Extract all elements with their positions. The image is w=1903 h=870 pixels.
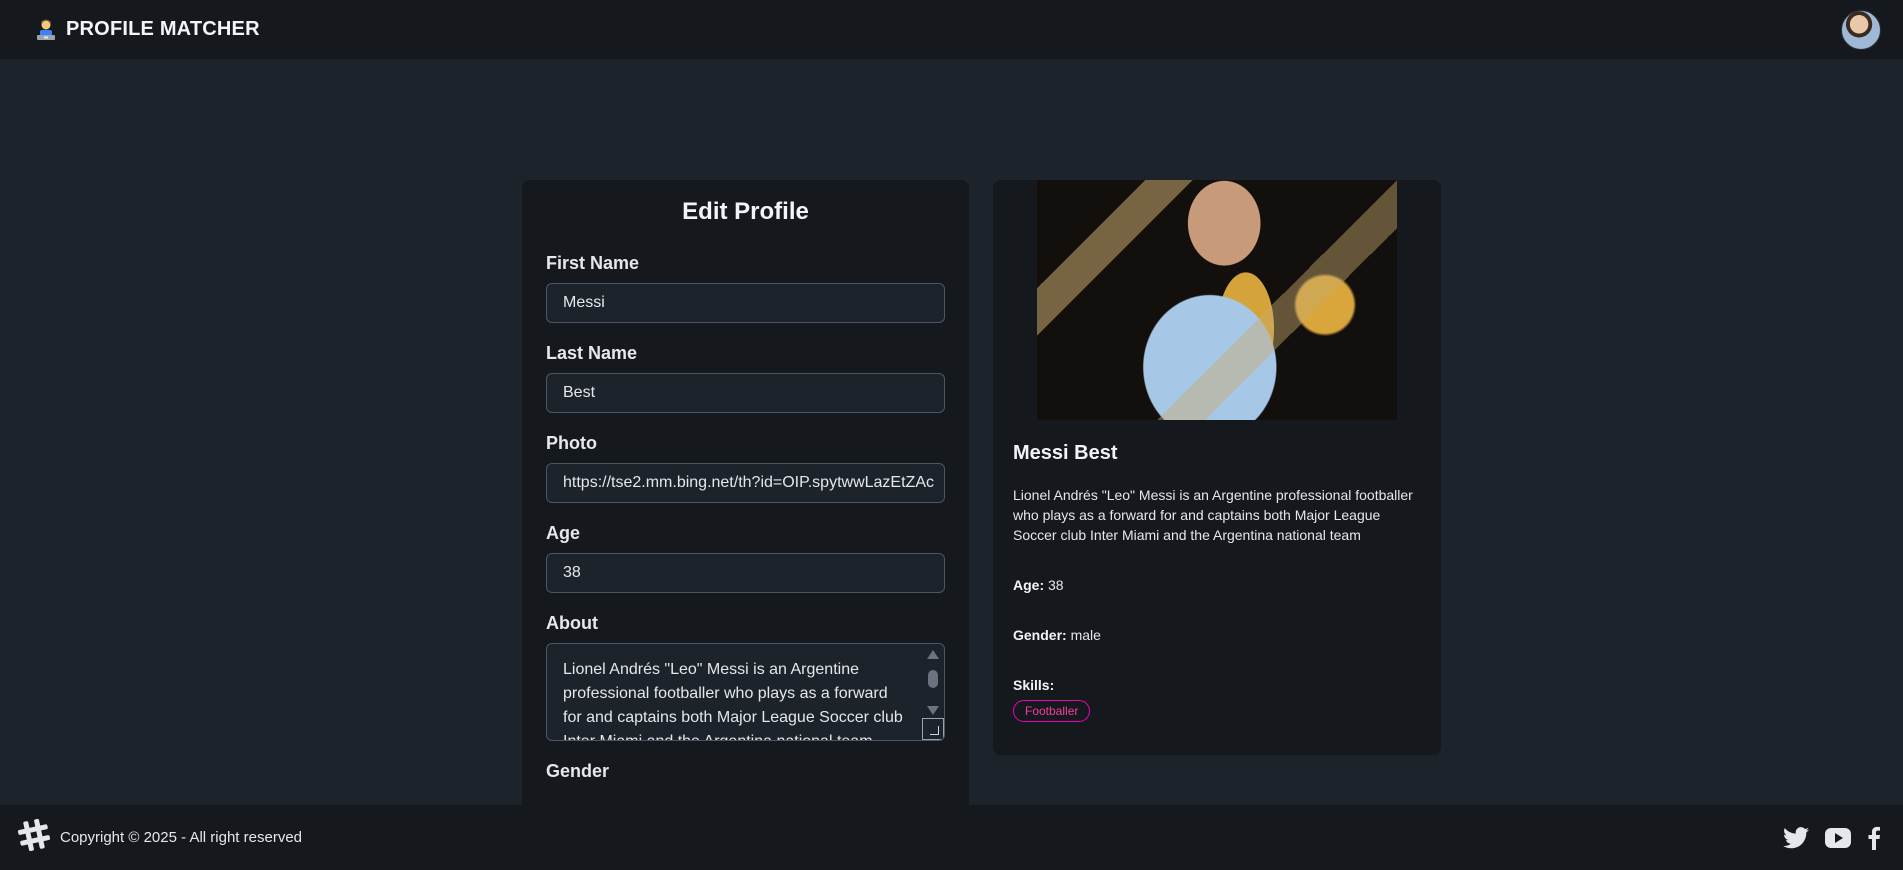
- textarea-scrollbar[interactable]: [926, 650, 940, 720]
- age-display: 38: [1048, 577, 1064, 593]
- gender-label: Gender: [546, 761, 610, 781]
- profile-photo: [1037, 180, 1397, 420]
- photo-url-value: https://tse2.mm.bing.net/th?id=OIP.spytw…: [563, 474, 934, 491]
- top-navbar: PROFILE MATCHER: [0, 0, 1903, 59]
- age-key: Age:: [1013, 577, 1045, 593]
- edit-profile-card: Edit Profile First Name Messi Last Name …: [522, 180, 969, 820]
- scroll-down-icon[interactable]: [927, 706, 939, 715]
- gender-key: Gender:: [1013, 627, 1067, 643]
- first-name-input[interactable]: Messi: [546, 283, 945, 323]
- scroll-up-icon[interactable]: [927, 650, 939, 659]
- last-name-input[interactable]: Best: [546, 373, 945, 413]
- photo-label: Photo: [546, 433, 597, 453]
- brand-title: PROFILE MATCHER: [66, 18, 260, 40]
- twitter-icon[interactable]: [1783, 826, 1809, 849]
- skills-label: Skills:: [1013, 677, 1055, 693]
- hashtag-logo-icon: [16, 817, 52, 858]
- resize-handle-icon[interactable]: [922, 718, 944, 740]
- gender-display: male: [1070, 627, 1101, 643]
- about-label: About: [546, 613, 598, 633]
- youtube-icon[interactable]: [1825, 827, 1851, 848]
- edit-profile-title: Edit Profile: [682, 198, 809, 225]
- about-textarea-value: Lionel Andrés "Leo" Messi is an Argentin…: [563, 661, 903, 740]
- user-avatar[interactable]: [1841, 9, 1881, 50]
- age-label: Age: [546, 523, 581, 543]
- first-name-value: Messi: [563, 294, 605, 311]
- profile-age: Age: 38: [1013, 577, 1421, 595]
- last-name-value: Best: [563, 384, 596, 401]
- first-name-label: First Name: [546, 253, 640, 273]
- brand[interactable]: PROFILE MATCHER: [34, 18, 260, 42]
- about-textarea[interactable]: Lionel Andrés "Leo" Messi is an Argentin…: [546, 643, 945, 741]
- footer: Copyright © 2025 - All right reserved: [0, 805, 1903, 870]
- facebook-icon[interactable]: [1867, 826, 1881, 850]
- photo-url-input[interactable]: https://tse2.mm.bing.net/th?id=OIP.spytw…: [546, 463, 945, 503]
- age-input[interactable]: 38: [546, 553, 945, 593]
- social-links: [1783, 826, 1881, 850]
- profile-about: Lionel Andrés "Leo" Messi is an Argentin…: [1013, 487, 1413, 543]
- last-name-label: Last Name: [546, 343, 638, 363]
- skill-badge: Footballer: [1013, 700, 1091, 722]
- age-value: 38: [563, 564, 581, 581]
- copyright-text: Copyright © 2025 - All right reserved: [60, 829, 302, 846]
- scroll-thumb[interactable]: [928, 670, 938, 688]
- profile-preview-card: Messi Best Lionel Andrés "Leo" Messi is …: [993, 180, 1441, 755]
- profile-gender: Gender: male: [1013, 627, 1421, 645]
- person-at-laptop-icon: [34, 18, 58, 42]
- profile-name: Messi Best: [1013, 442, 1118, 464]
